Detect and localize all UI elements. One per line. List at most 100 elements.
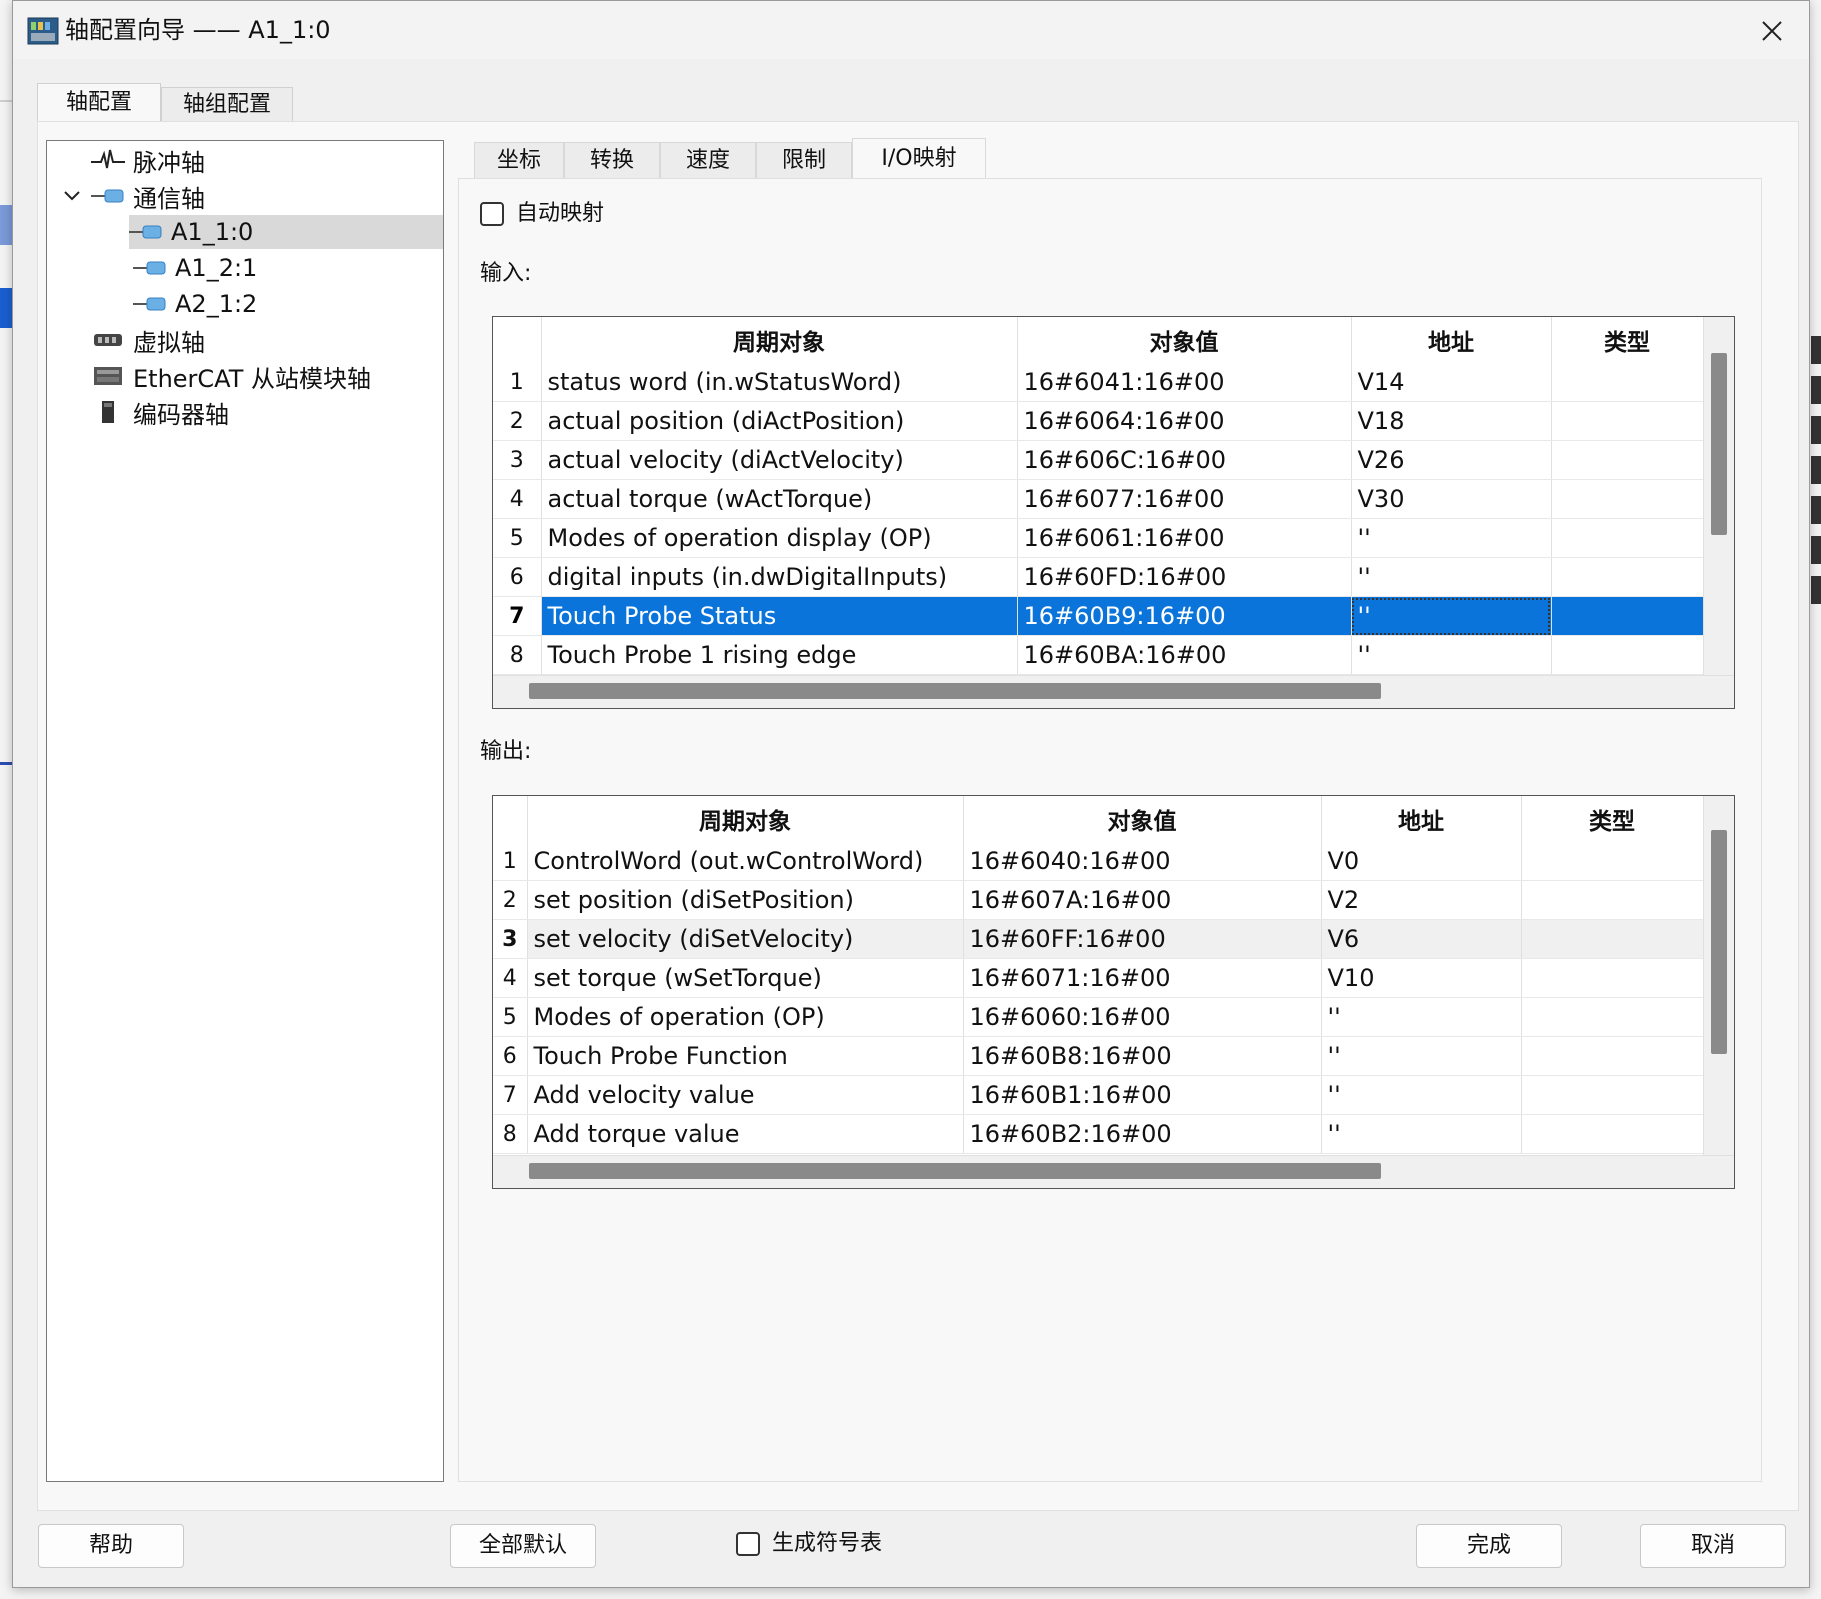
cell-value[interactable]: 16#60B8:16#00: [963, 1036, 1322, 1076]
table-row[interactable]: 5 Modes of operation display (OP) 16#6061:…: [493, 518, 1704, 558]
cell-object[interactable]: digital inputs (in.dwDigitalInputs): [541, 557, 1018, 597]
tab-limits[interactable]: 限制: [756, 142, 852, 178]
input-mapping-grid[interactable]: 周期对象 对象值 地址 类型 1 status word (in.wStatusW…: [492, 316, 1735, 709]
cell-value[interactable]: 16#6077:16#00: [1017, 479, 1352, 519]
tab-velocity[interactable]: 速度: [660, 142, 756, 178]
cell-value[interactable]: 16#60B1:16#00: [963, 1075, 1322, 1115]
table-row-selected[interactable]: 7 Touch Probe Status 16#60B9:16#00 '': [493, 596, 1704, 636]
table-row[interactable]: 6 digital inputs (in.dwDigitalInputs) 16#6…: [493, 557, 1704, 597]
column-header-object[interactable]: 周期对象: [541, 317, 1018, 363]
cell-address[interactable]: '': [1351, 518, 1552, 558]
horizontal-scrollbar[interactable]: [529, 683, 1381, 699]
tab-conversion[interactable]: 转换: [564, 142, 660, 178]
finish-button[interactable]: 完成: [1416, 1524, 1562, 1568]
cell-object[interactable]: set torque (wSetTorque): [527, 958, 964, 998]
cell-type[interactable]: [1521, 1075, 1704, 1115]
vertical-scrollbar[interactable]: [1711, 830, 1727, 1054]
horizontal-scrollbar[interactable]: [529, 1163, 1381, 1179]
cell-address[interactable]: V14: [1351, 363, 1552, 402]
cell-type[interactable]: [1551, 440, 1704, 480]
generate-symbols-checkbox[interactable]: [736, 1532, 760, 1556]
tab-axis-group-config[interactable]: 轴组配置: [161, 87, 293, 121]
cell-type[interactable]: [1521, 1036, 1704, 1076]
cell-address[interactable]: V26: [1351, 440, 1552, 480]
cell-address[interactable]: V18: [1351, 401, 1552, 441]
table-row[interactable]: 4 set torque (wSetTorque) 16#6071:16#00 V10: [493, 958, 1704, 998]
cell-address[interactable]: '': [1351, 635, 1552, 675]
column-header-address[interactable]: 地址: [1321, 796, 1522, 842]
cell-address[interactable]: V10: [1321, 958, 1522, 998]
cell-address[interactable]: '': [1321, 997, 1522, 1037]
table-row[interactable]: 2 actual position (diActPosition) 16#6064:…: [493, 401, 1704, 441]
tree-item-pulse-axis[interactable]: 脉冲轴: [91, 143, 205, 177]
column-header-value[interactable]: 对象值: [1017, 317, 1352, 363]
cancel-button[interactable]: 取消: [1640, 1524, 1786, 1568]
table-row-hovered[interactable]: 3 set velocity (diSetVelocity) 16#60FF:16#…: [493, 919, 1704, 959]
cell-type[interactable]: [1521, 842, 1704, 881]
cell-value[interactable]: 16#6041:16#00: [1017, 363, 1352, 402]
tab-axis-config[interactable]: 轴配置: [37, 83, 161, 121]
tree-item-a2-1-2[interactable]: A2_1:2: [133, 287, 257, 321]
tree-item-a1-1-0[interactable]: A1_1:0: [129, 215, 443, 249]
cell-type[interactable]: [1521, 958, 1704, 998]
cell-value[interactable]: 16#6061:16#00: [1017, 518, 1352, 558]
cell-value[interactable]: 16#60FF:16#00: [963, 919, 1322, 959]
cell-address[interactable]: V30: [1351, 479, 1552, 519]
tree-item-virtual-axis[interactable]: 虚拟轴: [91, 323, 205, 357]
tree-item-ethercat-module[interactable]: EtherCAT 从站模块轴: [91, 359, 371, 393]
cell-value[interactable]: 16#6071:16#00: [963, 958, 1322, 998]
column-header-type[interactable]: 类型: [1521, 796, 1704, 842]
cell-object[interactable]: actual torque (wActTorque): [541, 479, 1018, 519]
chevron-down-icon[interactable]: [61, 179, 83, 213]
cell-type[interactable]: [1551, 518, 1704, 558]
cell-value[interactable]: 16#60FD:16#00: [1017, 557, 1352, 597]
cell-value[interactable]: 16#6064:16#00: [1017, 401, 1352, 441]
cell-address[interactable]: V2: [1321, 880, 1522, 920]
cell-address[interactable]: '': [1351, 557, 1552, 597]
cell-address[interactable]: '': [1351, 596, 1552, 636]
cell-value[interactable]: 16#6040:16#00: [963, 842, 1322, 881]
cell-object[interactable]: Modes of operation display (OP): [541, 518, 1018, 558]
cell-type[interactable]: [1551, 363, 1704, 402]
vertical-scrollbar[interactable]: [1711, 353, 1727, 535]
table-row[interactable]: 6 Touch Probe Function 16#60B8:16#00 '': [493, 1036, 1704, 1076]
cell-object[interactable]: actual position (diActPosition): [541, 401, 1018, 441]
help-button[interactable]: 帮助: [38, 1524, 184, 1568]
tree-item-a1-2-1[interactable]: A1_2:1: [133, 251, 257, 285]
cell-type[interactable]: [1521, 880, 1704, 920]
cell-address[interactable]: V0: [1321, 842, 1522, 881]
cell-type[interactable]: [1551, 635, 1704, 675]
cell-address[interactable]: '': [1321, 1114, 1522, 1154]
cell-object[interactable]: actual velocity (diActVelocity): [541, 440, 1018, 480]
cell-type[interactable]: [1551, 596, 1704, 636]
cell-object[interactable]: Add torque value: [527, 1114, 964, 1154]
cell-object[interactable]: Touch Probe 1 rising edge: [541, 635, 1018, 675]
cell-value[interactable]: 16#60B9:16#00: [1017, 596, 1352, 636]
cell-value[interactable]: 16#607A:16#00: [963, 880, 1322, 920]
axis-tree[interactable]: 脉冲轴 通信轴 A1_1:0 A1_2:1 A2_1:2 虚拟轴 EtherCA…: [46, 140, 444, 1482]
cell-type[interactable]: [1521, 997, 1704, 1037]
title-bar[interactable]: 轴配置向导 —— A1_1:0: [13, 1, 1809, 59]
tree-item-comm-axis[interactable]: 通信轴: [91, 179, 205, 213]
table-row[interactable]: 7 Add velocity value 16#60B1:16#00 '': [493, 1075, 1704, 1115]
column-header-type[interactable]: 类型: [1551, 317, 1704, 363]
cell-type[interactable]: [1521, 1114, 1704, 1154]
table-row[interactable]: 8 Add torque value 16#60B2:16#00 '': [493, 1114, 1704, 1154]
cell-address[interactable]: '': [1321, 1075, 1522, 1115]
cell-type[interactable]: [1521, 919, 1704, 959]
close-button[interactable]: [1751, 11, 1793, 51]
cell-value[interactable]: 16#6060:16#00: [963, 997, 1322, 1037]
cell-object[interactable]: Modes of operation (OP): [527, 997, 964, 1037]
cell-value[interactable]: 16#60B2:16#00: [963, 1114, 1322, 1154]
table-row[interactable]: 3 actual velocity (diActVelocity) 16#606C:…: [493, 440, 1704, 480]
cell-address[interactable]: '': [1321, 1036, 1522, 1076]
cell-object[interactable]: Touch Probe Status: [541, 596, 1018, 636]
cell-object[interactable]: set velocity (diSetVelocity): [527, 919, 964, 959]
cell-address[interactable]: V6: [1321, 919, 1522, 959]
output-mapping-grid[interactable]: 周期对象 对象值 地址 类型 1 ControlWord (out.wContro…: [492, 795, 1735, 1189]
table-row[interactable]: 1 ControlWord (out.wControlWord) 16#6040:1…: [493, 842, 1704, 881]
cell-value[interactable]: 16#60BA:16#00: [1017, 635, 1352, 675]
restore-defaults-button[interactable]: 全部默认: [450, 1524, 596, 1568]
table-row[interactable]: 8 Touch Probe 1 rising edge 16#60BA:16#00 '…: [493, 635, 1704, 675]
tab-io-mapping[interactable]: I/O映射: [852, 138, 986, 178]
